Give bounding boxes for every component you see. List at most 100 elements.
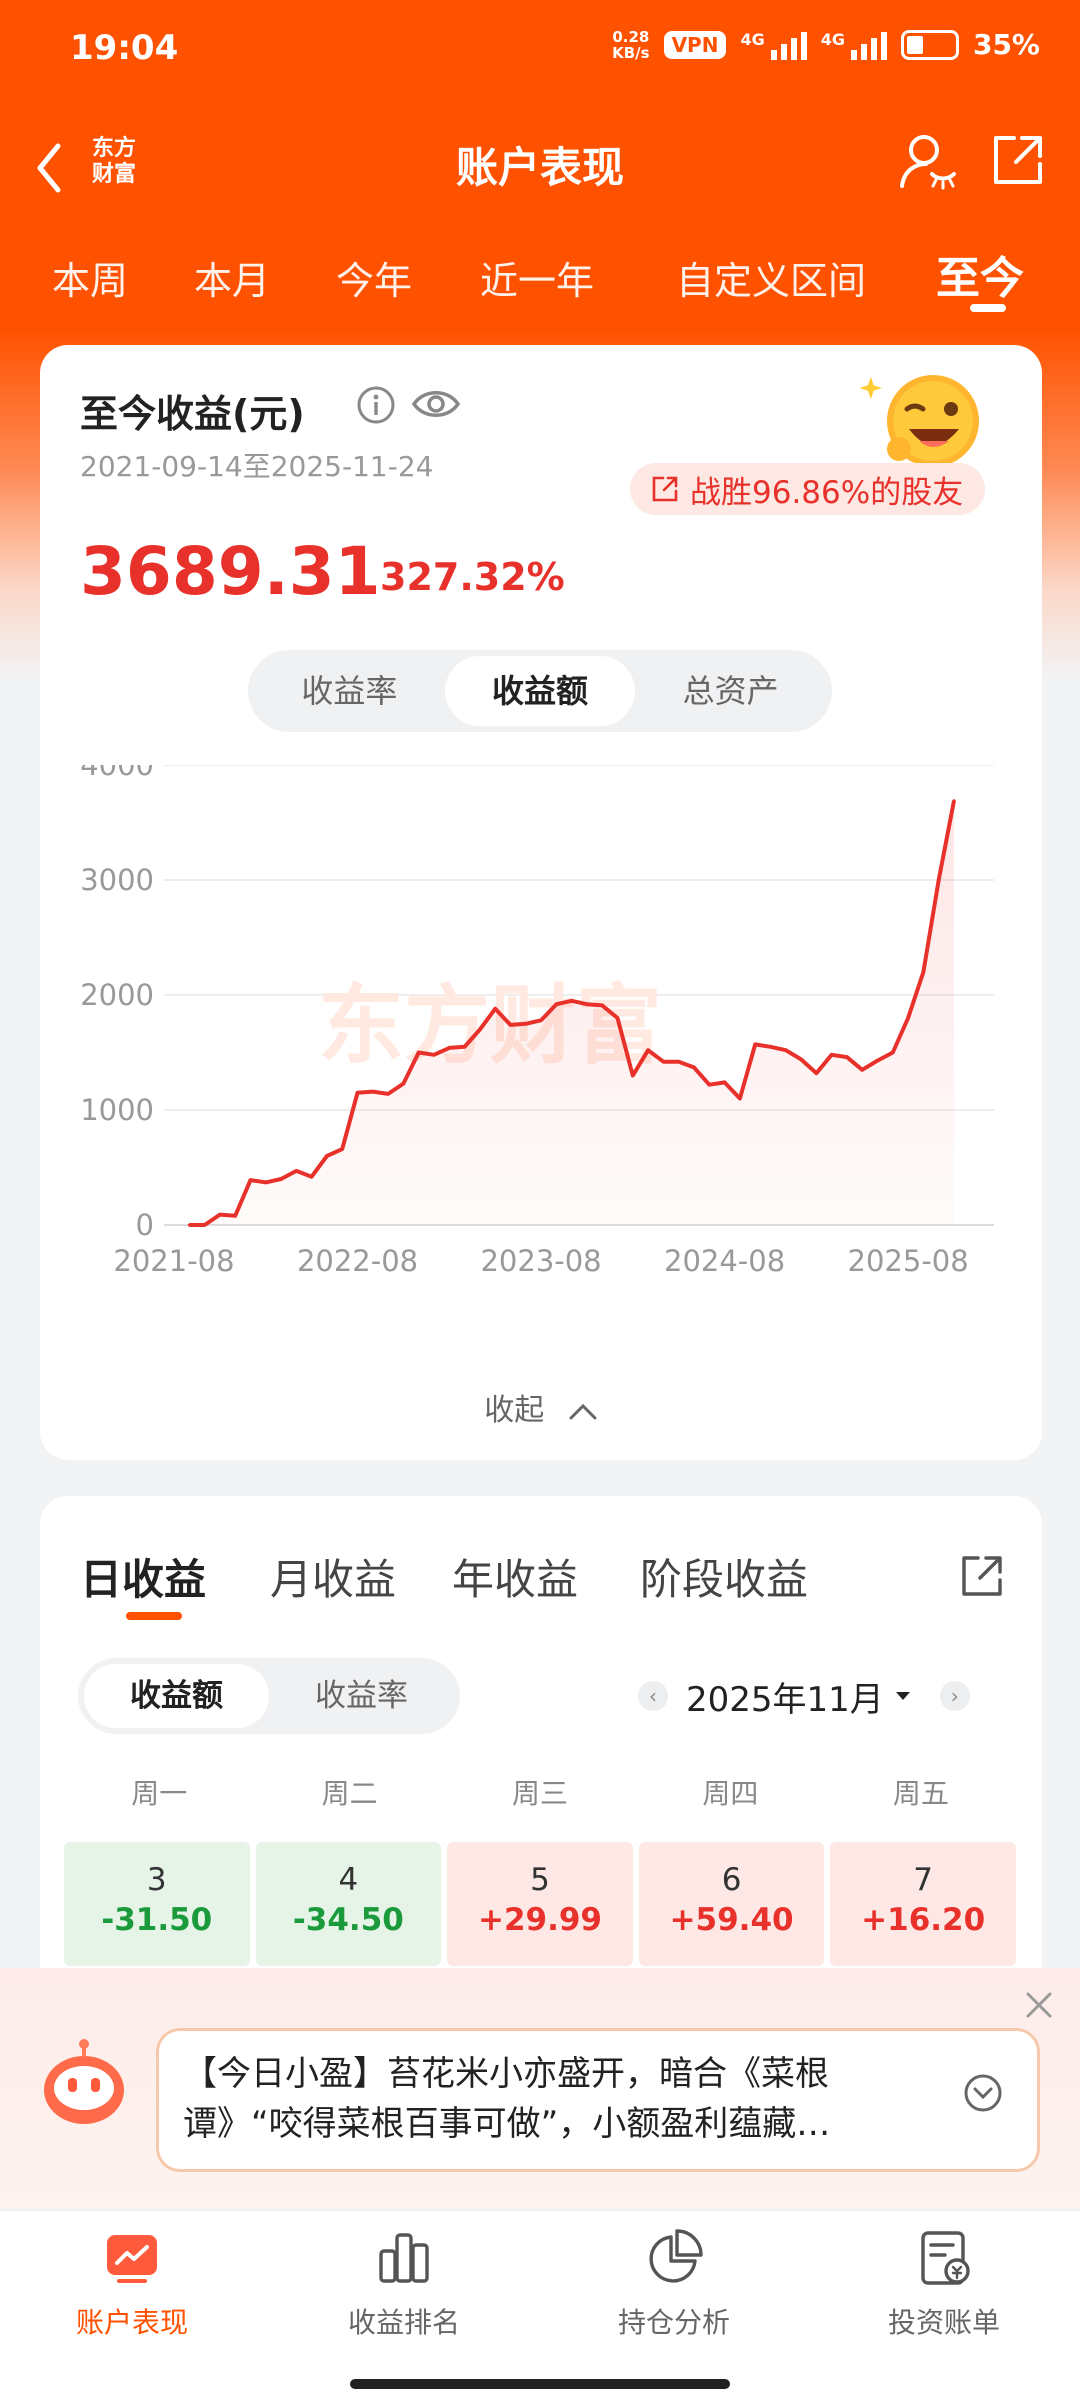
tab-daily-profit[interactable]: 日收益: [80, 1546, 206, 1607]
toggle-profit-amount[interactable]: 收益额: [444, 656, 636, 726]
share-icon[interactable]: [990, 132, 1046, 188]
nav-investment-bill[interactable]: 投资账单: [844, 2227, 1044, 2341]
caret-down-icon[interactable]: [894, 1690, 912, 1702]
data-point: [325, 1154, 329, 1158]
weekday-header: 周一 周二 周三 周四 周五: [64, 1772, 1016, 1812]
data-point: [508, 1023, 512, 1027]
close-icon[interactable]: [1024, 1990, 1054, 2020]
signal-icon: 4G: [740, 30, 807, 60]
tab-this-year[interactable]: 今年: [336, 250, 412, 305]
weekday-label: 周一: [131, 1777, 188, 1810]
data-point: [340, 1147, 344, 1151]
bill-icon: [921, 2231, 970, 2285]
data-point: [906, 1016, 910, 1020]
x-tick-label: 2024-08: [664, 1244, 785, 1278]
tab-this-week[interactable]: 本周: [52, 250, 128, 305]
toggle-amount[interactable]: 收益额: [84, 1664, 269, 1728]
data-point: [371, 1090, 375, 1094]
x-axis-labels: 2021-08 2022-08 2023-08 2024-08 2025-08: [113, 1244, 968, 1278]
collapse-button[interactable]: 收起: [40, 1385, 1042, 1429]
data-point: [218, 1213, 222, 1217]
data-point: [432, 1053, 436, 1057]
nav-bar: 东方 财富 账户表现: [0, 120, 1080, 210]
tab-yearly-profit[interactable]: 年收益: [452, 1546, 578, 1607]
summary-card: 至今收益(元) 2021-09-14至2025-11-24 战胜96.86%的股…: [40, 345, 1042, 1460]
y-tick-label: 1000: [80, 1093, 154, 1127]
battery-icon: [900, 29, 959, 60]
profit-area: [189, 800, 955, 1225]
month-label[interactable]: 2025年11月: [686, 1672, 884, 1721]
data-point: [921, 970, 925, 974]
weekday-label: 周五: [892, 1777, 949, 1810]
calendar-day[interactable]: 7 +16.20: [830, 1842, 1016, 1966]
data-point: [233, 1214, 237, 1218]
data-point: [203, 1223, 207, 1227]
x-tick-label: 2022-08: [297, 1244, 418, 1278]
y-tick-label: 4000: [80, 765, 154, 782]
data-point: [447, 1046, 451, 1050]
data-point: [524, 1022, 528, 1026]
tab-to-date[interactable]: 至今: [936, 242, 1024, 306]
battery-level: 35%: [972, 28, 1040, 61]
calendar-day[interactable]: 4 -34.50: [255, 1842, 442, 1966]
tab-monthly-profit[interactable]: 月收益: [270, 1546, 396, 1607]
data-point: [279, 1177, 283, 1181]
assistant-message-bubble[interactable]: 【今日小盈】苔花米小亦盛开，暗合《菜根谭》“咬得菜根百事可做”，小额盈利蕴藏…: [156, 2028, 1040, 2172]
prev-month-icon[interactable]: ‹: [638, 1681, 668, 1711]
home-indicator: [350, 2379, 730, 2389]
user-privacy-icon[interactable]: [896, 130, 958, 192]
robot-assistant-icon[interactable]: [38, 2036, 130, 2128]
tab-stage-profit[interactable]: 阶段收益: [640, 1546, 808, 1607]
beat-ratio-badge[interactable]: 战胜96.86%的股友: [630, 463, 986, 515]
period-tabs: 本周 本月 今年 近一年 自定义区间 至今: [0, 250, 1080, 320]
nav-account-performance[interactable]: 账户表现: [32, 2227, 232, 2341]
data-point: [616, 1016, 620, 1020]
data-point: [707, 1083, 711, 1087]
net-speed: 0.28 KB/s: [612, 27, 650, 62]
toggle-return-rate[interactable]: 收益率: [254, 656, 445, 726]
x-tick-label: 2025-08: [848, 1244, 969, 1278]
info-icon[interactable]: [356, 385, 396, 425]
data-point: [386, 1092, 390, 1096]
pie-chart-icon: [649, 2229, 703, 2283]
data-point: [478, 1028, 482, 1031]
next-month-icon[interactable]: ›: [939, 1681, 970, 1711]
toggle-total-assets[interactable]: 总资产: [635, 656, 826, 726]
data-point: [417, 1051, 421, 1054]
data-point: [646, 1048, 650, 1052]
weekday-label: 周四: [702, 1777, 759, 1810]
data-point: [952, 799, 956, 803]
winking-emoji-icon: [859, 375, 979, 467]
data-point: [891, 1051, 895, 1054]
data-point: [600, 1003, 604, 1007]
data-point: [830, 1053, 834, 1057]
nav-holding-analysis[interactable]: 持仓分析: [574, 2227, 774, 2341]
tab-last-year[interactable]: 近一年: [480, 250, 594, 305]
expand-chevron-icon[interactable]: [963, 2073, 1003, 2113]
calendar-day[interactable]: 3 -31.50: [64, 1842, 250, 1966]
x-tick-label: 2021-08: [113, 1244, 234, 1278]
month-selector: ‹ 2025年11月 ›: [638, 1666, 970, 1726]
data-point: [493, 1007, 497, 1011]
profit-line-chart[interactable]: 东方财富 40003000200010000 2021-082022-08202…: [40, 765, 1042, 1285]
calendar-day[interactable]: 5 +29.99: [447, 1842, 633, 1966]
tab-indicator: [970, 304, 1006, 312]
summary-label: 至今收益(元): [80, 392, 305, 436]
data-point: [799, 1057, 803, 1061]
eye-icon[interactable]: [410, 381, 462, 427]
data-point: [631, 1074, 635, 1077]
toggle-rate[interactable]: 收益率: [269, 1664, 454, 1728]
y-tick-label: 3000: [80, 863, 154, 897]
tab-this-month[interactable]: 本月: [194, 250, 270, 305]
nav-profit-ranking[interactable]: 收益排名: [304, 2227, 504, 2341]
x-tick-label: 2023-08: [480, 1244, 601, 1278]
assistant-popup: 【今日小盈】苔花米小亦盛开，暗合《菜根谭》“咬得菜根百事可做”，小额盈利蕴藏…: [0, 1968, 1080, 2208]
share-small-icon: [652, 476, 678, 502]
profit-calendar-card: 日收益 月收益 年收益 阶段收益 收益额 收益率 ‹ 2025年11月 › 周一…: [40, 1496, 1042, 1996]
share-icon[interactable]: [958, 1552, 1006, 1600]
tab-custom-range[interactable]: 自定义区间: [676, 250, 866, 305]
y-axis-labels: 4000 3000 2000 1000 0: [80, 765, 154, 1242]
profit-metric-toggle: 收益额 收益率: [78, 1658, 460, 1734]
data-point: [294, 1169, 298, 1173]
calendar-day[interactable]: 6 +59.40: [638, 1842, 825, 1966]
